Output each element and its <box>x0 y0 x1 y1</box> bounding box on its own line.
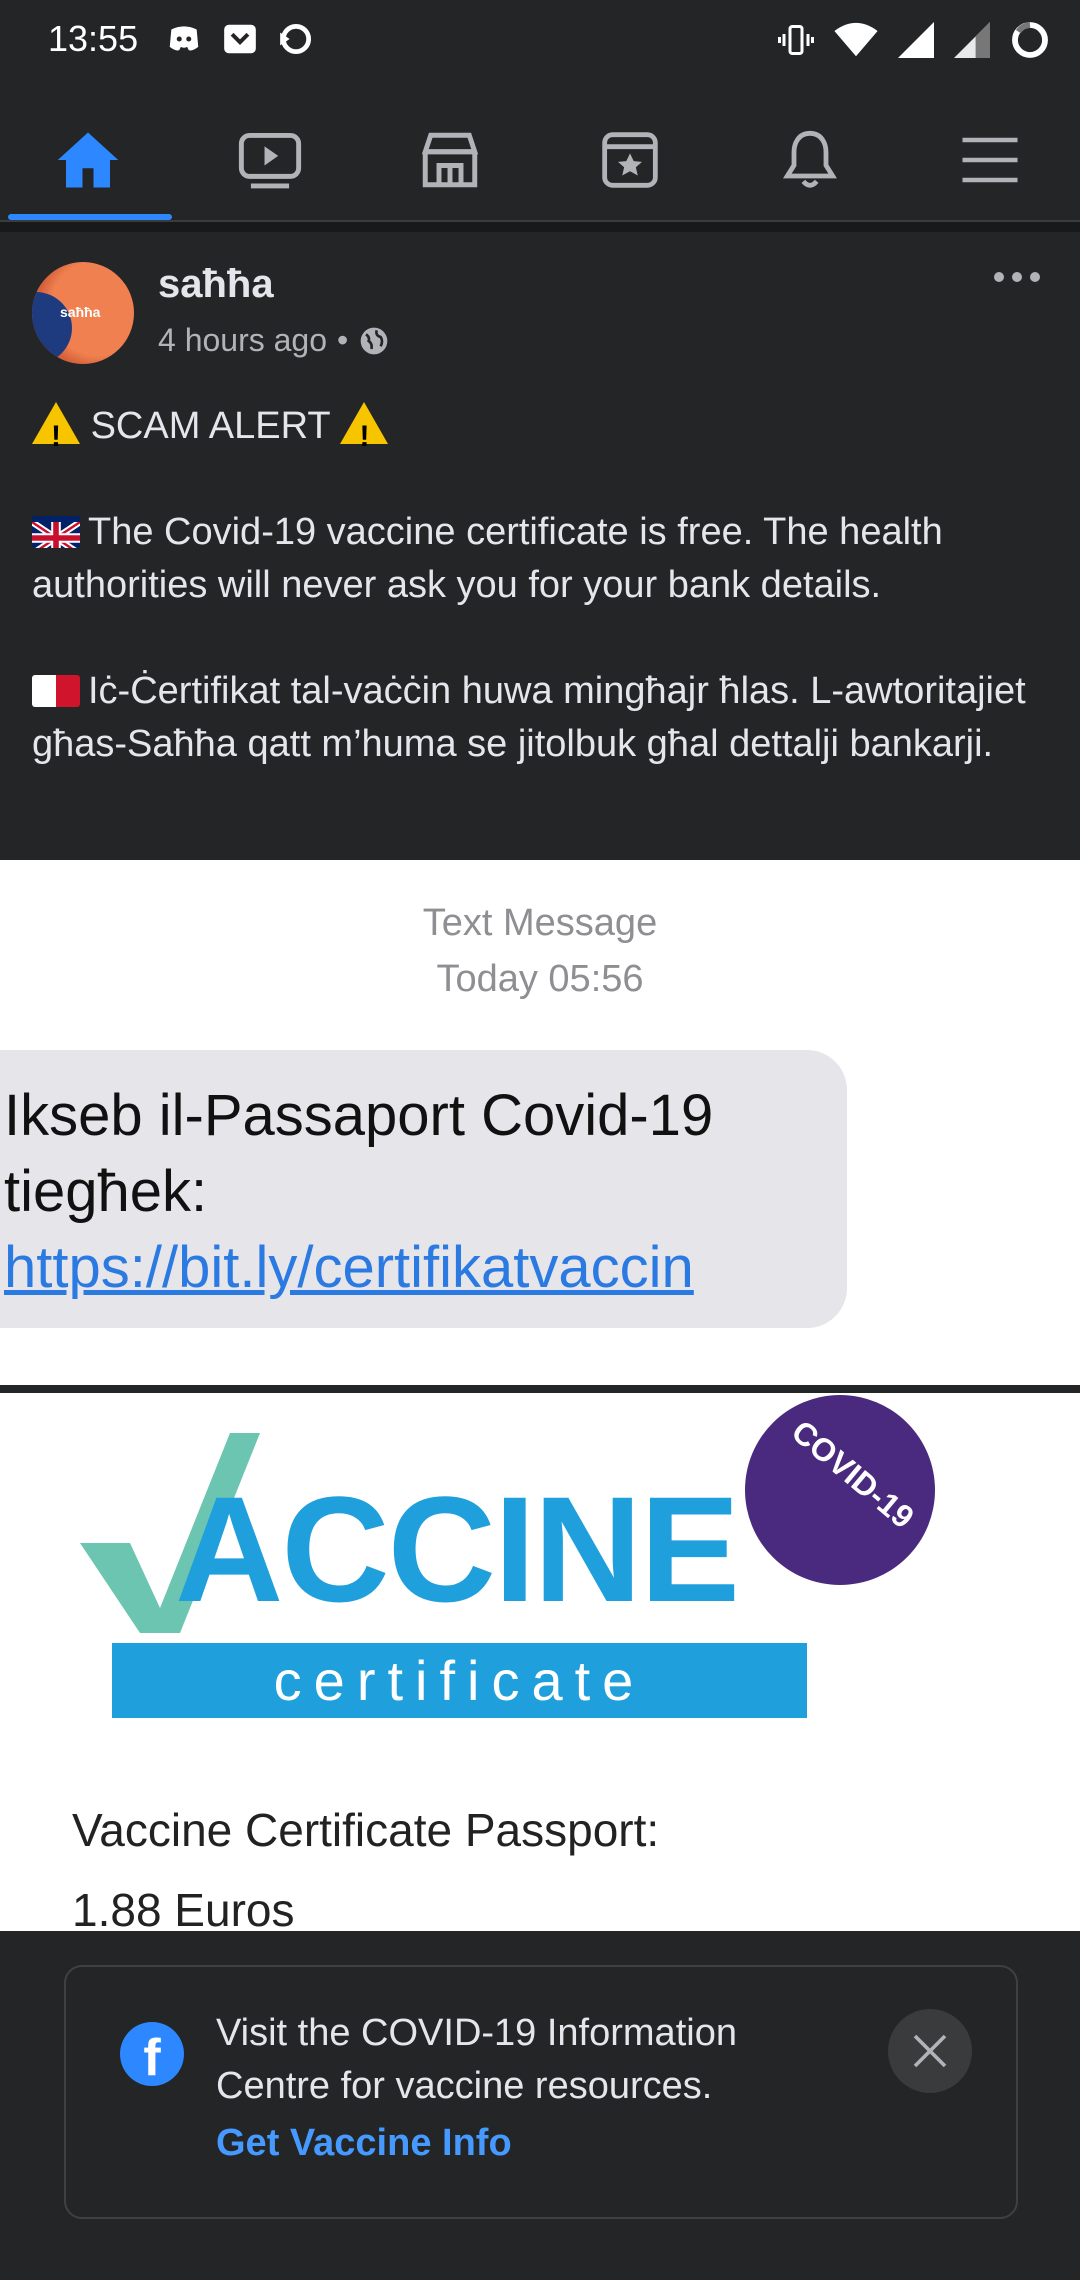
status-bar: 13:55 <box>0 0 1080 80</box>
sms-header-date: Today 05:56 <box>436 958 644 1000</box>
post-header: saħħa saħħa 4 hours ago • <box>0 232 1080 372</box>
app-icon <box>280 23 312 55</box>
active-tab-indicator <box>8 214 172 220</box>
author-name[interactable]: saħħa <box>158 262 274 307</box>
certificate-bar: certificate <box>112 1643 807 1718</box>
notification-icons <box>165 20 315 58</box>
home-icon <box>57 132 119 188</box>
meta-separator: • <box>337 322 349 358</box>
post-time[interactable]: 4 hours ago <box>158 322 327 359</box>
menu-icon <box>962 137 1018 183</box>
nav-home[interactable] <box>48 120 128 200</box>
nav-marketplace[interactable] <box>410 120 490 200</box>
sms-text: Ikseb il-Passaport Covid-19 tiegħek: htt… <box>4 1078 804 1306</box>
post-text: SCAM ALERT The Covid-19 vaccine certific… <box>32 400 1052 824</box>
bell-icon <box>783 130 837 188</box>
nav-menu[interactable] <box>950 120 1030 200</box>
avatar[interactable]: saħħa <box>32 262 134 364</box>
warning-icon <box>340 402 389 463</box>
system-icons <box>778 20 1050 60</box>
more-dot <box>994 272 1004 282</box>
english-paragraph: The Covid-19 vaccine certificate is free… <box>32 506 1052 612</box>
sms-bubble: Ikseb il-Passaport Covid-19 tiegħek: htt… <box>0 1050 847 1328</box>
bookmark-star-icon <box>602 132 658 188</box>
maltese-text: Iċ-Ċertifikat tal-vaċċin huwa mingħajr ħ… <box>32 670 1026 765</box>
top-nav-bar <box>0 80 1080 222</box>
signal-icon-2 <box>954 22 990 58</box>
nav-favorites[interactable] <box>590 120 670 200</box>
post-image-sms[interactable]: Text Message Today 05:56 Ikseb il-Passap… <box>0 860 1080 1385</box>
battery-icon <box>1012 22 1048 58</box>
nav-notifications[interactable] <box>770 120 850 200</box>
feed-divider <box>0 222 1080 232</box>
image-gap <box>0 1385 1080 1393</box>
sms-header-title: Text Message <box>422 902 658 944</box>
wifi-icon <box>834 22 878 57</box>
close-button[interactable] <box>888 2009 972 2093</box>
globe-icon <box>360 327 388 354</box>
maltese-paragraph: Iċ-Ċertifikat tal-vaċċin huwa mingħajr ħ… <box>32 665 1052 771</box>
discord-icon <box>169 26 199 51</box>
alert-text: SCAM ALERT <box>90 405 330 447</box>
more-options-button[interactable] <box>994 272 1040 282</box>
post-image-certificate[interactable]: COVID-19 ACCINE certificate Vaccine Cert… <box>0 1393 1080 1931</box>
warning-icon <box>32 402 80 463</box>
sms-link: https://bit.ly/certifikatvaccin <box>4 1235 694 1300</box>
sms-message: Ikseb il-Passaport Covid-19 tiegħek: <box>4 1083 714 1224</box>
nav-watch[interactable] <box>230 120 310 200</box>
covid-info-card: f Visit the COVID-19 Information Centre … <box>64 1965 1018 2219</box>
pocket-icon <box>224 24 256 54</box>
marketplace-icon <box>421 132 479 188</box>
english-text: The Covid-19 vaccine certificate is free… <box>32 511 943 606</box>
certificate-price: 1.88 Euros <box>72 1884 295 1931</box>
scam-alert-line: SCAM ALERT <box>32 400 1052 463</box>
signal-icon <box>898 22 934 58</box>
vaccine-word: ACCINE <box>175 1465 740 1633</box>
vibrate-icon <box>778 25 814 55</box>
uk-flag-icon <box>32 516 80 548</box>
avatar-logo-text: saħħa <box>60 304 101 320</box>
get-vaccine-info-link[interactable]: Get Vaccine Info <box>216 2122 512 2165</box>
sms-header: Text Message Today 05:56 <box>0 895 1080 1007</box>
status-time: 13:55 <box>48 18 139 59</box>
covid-badge <box>745 1395 935 1585</box>
more-dot <box>1030 272 1040 282</box>
info-text: Visit the COVID-19 Information Centre fo… <box>216 2012 737 2107</box>
video-icon <box>238 133 302 189</box>
close-icon <box>913 2034 947 2068</box>
avatar-shape <box>32 292 72 364</box>
post-meta: 4 hours ago • <box>158 322 390 359</box>
certificate-label: Vaccine Certificate Passport: <box>72 1804 660 1856</box>
facebook-icon: f <box>120 2022 184 2086</box>
more-dot <box>1012 272 1022 282</box>
malta-flag-icon <box>32 675 80 707</box>
